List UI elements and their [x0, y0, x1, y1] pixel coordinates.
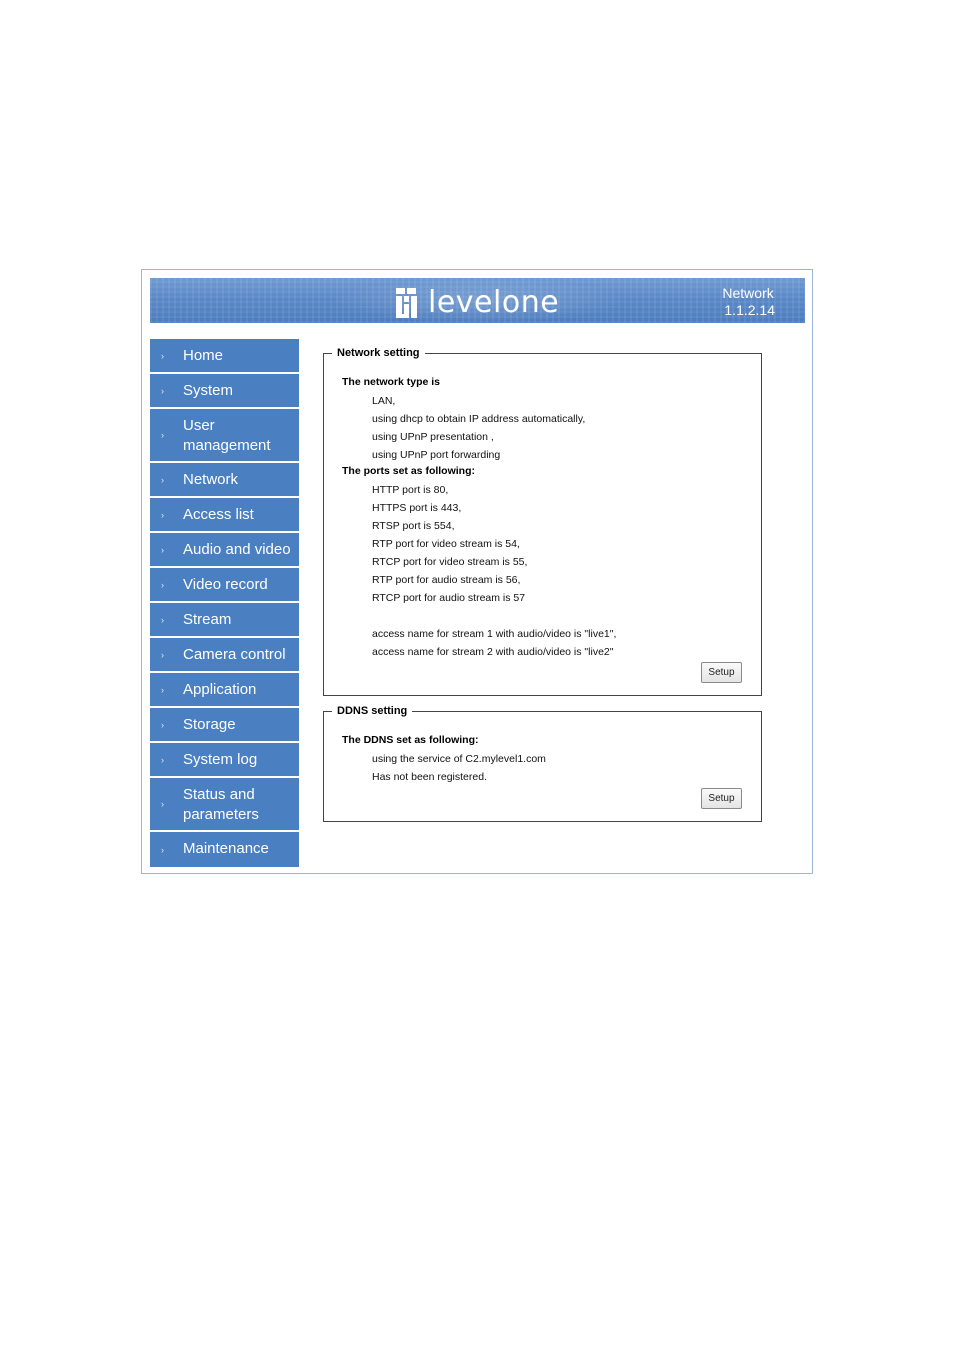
network-type-line: LAN, [372, 395, 396, 407]
network-type-heading: The network type is [342, 376, 441, 388]
sidebar-item-network[interactable]: › Network [150, 463, 299, 498]
chevron-right-icon: › [161, 799, 164, 809]
port-line: RTP port for audio stream is 56, [372, 574, 521, 586]
chevron-right-icon: › [161, 430, 164, 440]
sidebar-item-label: System log [183, 751, 258, 768]
chevron-right-icon: › [161, 844, 164, 855]
sidebar-item-application[interactable]: › Application [150, 673, 299, 708]
port-line: RTCP port for video stream is 55, [372, 556, 528, 568]
camera-web-ui-frame: levelone Network 1.1.2.14 › Home › Syste… [141, 269, 813, 874]
sidebar-item-label: Stream [183, 611, 232, 628]
label-line-1: User [183, 417, 215, 434]
header-banner: levelone Network 1.1.2.14 [150, 278, 805, 323]
ddns-setting-legend: DDNS setting [337, 705, 408, 717]
sidebar-item-label: User management [150, 409, 299, 463]
logo-text: levelone [428, 285, 560, 320]
levelone-logo-icon [396, 288, 417, 318]
sidebar-item-label: Video record [183, 576, 268, 593]
network-type-line: using UPnP presentation , [372, 431, 494, 443]
port-lines: HTTP port is 80, HTTPS port is 443, RTSP… [372, 481, 527, 607]
sidebar-item-status-and-parameters[interactable]: › Status and parameters [150, 778, 299, 832]
chevron-right-icon: › [161, 474, 164, 485]
chevron-right-icon: › [161, 719, 164, 730]
sidebar-item-user-management[interactable]: › User management [150, 409, 299, 463]
sidebar-item-label: Application [183, 681, 257, 698]
port-line: HTTPS port is 443, [372, 502, 462, 514]
sidebar-item-stream[interactable]: › Stream [150, 603, 299, 638]
network-type-line: using UPnP port forwarding [372, 449, 501, 461]
sidebar-item-video-record[interactable]: › Video record [150, 568, 299, 603]
sidebar-item-label: Home [183, 347, 224, 364]
sidebar-item-label: Access list [183, 506, 254, 523]
network-setting-legend: Network setting [337, 347, 420, 359]
port-line: RTSP port is 554, [372, 520, 455, 532]
access-name-line: access name for stream 1 with audio/vide… [372, 628, 617, 640]
chevron-right-icon: › [161, 649, 164, 660]
page-info: Network 1.1.2.14 [722, 285, 775, 319]
chevron-right-icon: › [161, 754, 164, 765]
sidebar-item-label: Audio and video [183, 541, 291, 558]
network-type-line: using dhcp to obtain IP address automati… [372, 413, 586, 425]
sidebar-menu: › Home › System › User management › Netwo… [150, 339, 299, 867]
chevron-right-icon: › [161, 684, 164, 695]
ddns-setup-button[interactable]: Setup [701, 788, 742, 809]
port-line: RTCP port for audio stream is 57 [372, 592, 526, 604]
sidebar-item-home[interactable]: › Home [150, 339, 299, 374]
port-line: RTP port for video stream is 54, [372, 538, 520, 550]
label-line-2: parameters [183, 806, 259, 823]
sidebar-item-storage[interactable]: › Storage [150, 708, 299, 743]
port-line: HTTP port is 80, [372, 484, 449, 496]
ports-heading: The ports set as following: [342, 465, 476, 477]
sidebar-item-access-list[interactable]: › Access list [150, 498, 299, 533]
access-name-lines: access name for stream 1 with audio/vide… [372, 625, 616, 661]
network-setup-button[interactable]: Setup [701, 662, 742, 683]
ddns-heading: The DDNS set as following: [342, 734, 479, 746]
chevron-right-icon: › [161, 579, 164, 590]
ddns-line: Has not been registered. [372, 771, 487, 783]
chevron-right-icon: › [161, 509, 164, 520]
sidebar-item-maintenance[interactable]: › Maintenance [150, 832, 299, 867]
network-type-lines: LAN, using dhcp to obtain IP address aut… [372, 392, 585, 464]
access-name-line: access name for stream 2 with audio/vide… [372, 646, 614, 658]
chevron-right-icon: › [161, 350, 164, 361]
sidebar-item-label: Status and parameters [150, 778, 299, 832]
label-line-2: management [183, 437, 271, 454]
sidebar-item-system[interactable]: › System [150, 374, 299, 409]
network-setting-panel: Network setting The network type is LAN,… [323, 347, 762, 696]
label-line-1: Status and [183, 786, 255, 803]
sidebar-item-camera-control[interactable]: › Camera control [150, 638, 299, 673]
sidebar-item-label: Maintenance [183, 840, 269, 857]
firmware-version: 1.1.2.14 [724, 302, 775, 318]
ddns-lines: using the service of C2.mylevel1.com Has… [372, 750, 546, 786]
sidebar-item-label: System [183, 382, 234, 399]
sidebar-item-audio-and-video[interactable]: › Audio and video [150, 533, 299, 568]
sidebar-item-label: Storage [183, 716, 236, 733]
chevron-right-icon: › [161, 544, 164, 555]
levelone-logo: levelone [396, 286, 559, 320]
ddns-line: using the service of C2.mylevel1.com [372, 753, 546, 765]
sidebar-item-system-log[interactable]: › System log [150, 743, 299, 778]
chevron-right-icon: › [161, 614, 164, 625]
sidebar-item-label: Network [183, 471, 239, 488]
chevron-right-icon: › [161, 385, 164, 396]
ddns-setting-panel: DDNS setting The DDNS set as following: … [323, 705, 762, 822]
page-section-title: Network [722, 285, 774, 301]
sidebar-item-label: Camera control [183, 646, 286, 663]
